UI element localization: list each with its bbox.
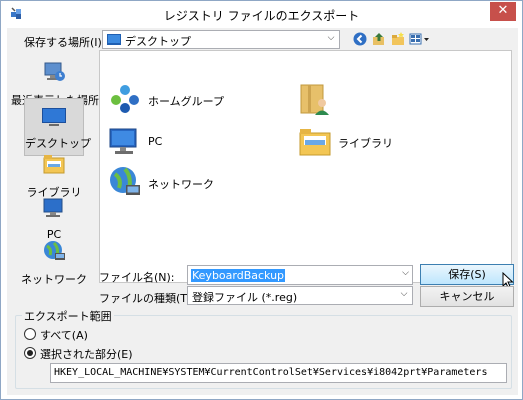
dialog-body: 保存する場所(I): デスクトップ ⌵ デスクトップ ライブラリ PC ネットワ… (7, 28, 518, 395)
chevron-down-icon: ⌵ (400, 289, 408, 299)
list-item-label: ホームグループ (148, 95, 225, 108)
libraries-icon (299, 129, 331, 156)
pc-icon (43, 198, 63, 217)
homegroup-icon (111, 85, 139, 113)
list-item-label: ライブラリ (338, 137, 393, 150)
network-icon (110, 167, 140, 195)
export-dialog: レジストリ ファイルのエクスポート ✕ 保存する場所(I): デスクトップ ⌵ (0, 0, 523, 400)
save-button[interactable]: 保存(S) (420, 264, 514, 285)
export-range-group: エクスポート範囲 すべて(A) 選択された部分(E) HKEY_LOCAL_MA… (15, 308, 512, 389)
export-range-title: エクスポート範囲 (22, 308, 114, 324)
recent-places-icon (44, 62, 65, 81)
radio-selected-label[interactable]: 選択された部分(E) (40, 346, 133, 362)
filename-label: ファイル名(N): (99, 271, 175, 284)
title-bar: レジストリ ファイルのエクスポート ✕ (1, 1, 522, 28)
filetype-dropdown[interactable]: 登録ファイル (*.reg) ⌵ (187, 286, 413, 305)
place-network-label: ネットワーク (21, 273, 87, 286)
key-path-value: HKEY_LOCAL_MACHINE¥SYSTEM¥CurrentControl… (54, 367, 488, 378)
list-item-homegroup[interactable]: ホームグループ (108, 82, 258, 116)
pc-icon (109, 128, 137, 154)
filename-input[interactable]: KeyboardBackup ⌵ (187, 265, 413, 285)
chevron-down-icon[interactable]: ⌵ (402, 268, 409, 278)
libraries-icon (43, 155, 65, 174)
cancel-button[interactable]: キャンセル (420, 286, 514, 307)
close-button[interactable]: ✕ (490, 2, 516, 21)
save-location-dropdown[interactable]: デスクトップ ⌵ (102, 30, 340, 49)
place-pc[interactable]: PC (11, 192, 97, 241)
filetype-value: 登録ファイル (*.reg) (192, 291, 298, 304)
filetype-label: ファイルの種類(T): (99, 292, 196, 305)
back-icon[interactable] (353, 32, 367, 46)
view-menu-icon[interactable] (409, 32, 431, 46)
chevron-down-icon: ⌵ (327, 33, 335, 43)
network-icon (44, 241, 65, 260)
save-location-label: 保存する場所(I): (24, 36, 106, 49)
place-network[interactable]: ネットワーク (11, 235, 97, 287)
list-item-user-folder[interactable] (298, 82, 338, 116)
save-location-value: デスクトップ (125, 35, 191, 48)
places-bar: 最近表示した場所 デスクトップ ライブラリ (11, 50, 99, 286)
file-list: ホームグループ PC ライブラリ ネットワーク (99, 50, 512, 283)
user-folder-icon (300, 84, 329, 115)
window-title: レジストリ ファイルのエクスポート (163, 9, 360, 23)
radio-all[interactable] (24, 328, 36, 340)
list-item-network[interactable]: ネットワーク (108, 165, 258, 199)
radio-all-label[interactable]: すべて(A) (40, 327, 88, 343)
up-folder-icon[interactable] (372, 32, 386, 46)
list-item-label: PC (148, 135, 163, 148)
radio-selected-branch[interactable] (24, 347, 36, 359)
new-folder-icon[interactable] (391, 32, 405, 46)
desktop-icon (107, 34, 121, 45)
list-item-libraries[interactable]: ライブラリ (298, 124, 448, 158)
list-item-pc[interactable]: PC (108, 124, 258, 158)
selected-key-path-input[interactable]: HKEY_LOCAL_MACHINE¥SYSTEM¥CurrentControl… (50, 363, 507, 383)
filename-value: KeyboardBackup (191, 269, 286, 282)
desktop-icon (42, 108, 66, 126)
list-item-label: ネットワーク (148, 178, 214, 191)
